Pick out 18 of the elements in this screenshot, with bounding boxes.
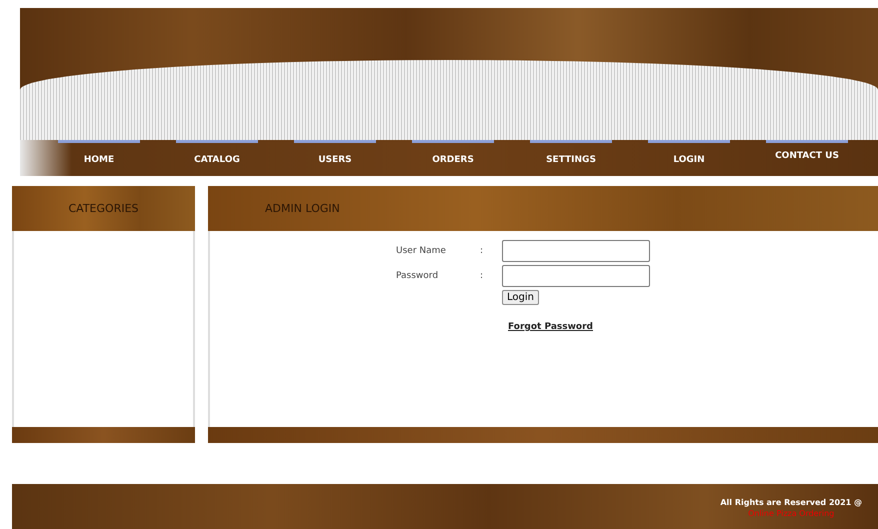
nav-link[interactable]: SETTINGS — [530, 140, 612, 176]
colon: : — [480, 271, 484, 281]
nav-link[interactable]: CATALOG — [176, 140, 258, 176]
nav-link[interactable]: CONTACT US — [766, 140, 848, 176]
nav-link[interactable]: LOGIN — [648, 140, 730, 176]
input-field[interactable] — [502, 240, 650, 262]
nav-link[interactable]: ORDERS — [412, 140, 494, 176]
copyright-text: All Rights are Reserved 2021 @ — [720, 498, 862, 507]
panel-title: ADMIN LOGIN — [265, 202, 340, 215]
colon: : — [480, 246, 484, 256]
panel-title: CATEGORIES — [68, 202, 139, 215]
nav-link[interactable]: HOME — [58, 140, 140, 176]
login-button[interactable]: Login — [502, 290, 539, 305]
field-label: Password — [396, 271, 440, 281]
field-label: User Name — [396, 246, 447, 256]
input-field[interactable] — [502, 265, 650, 287]
forgot-password-link[interactable]: Forgot Password — [508, 322, 593, 332]
nav-link[interactable]: USERS — [294, 140, 376, 176]
